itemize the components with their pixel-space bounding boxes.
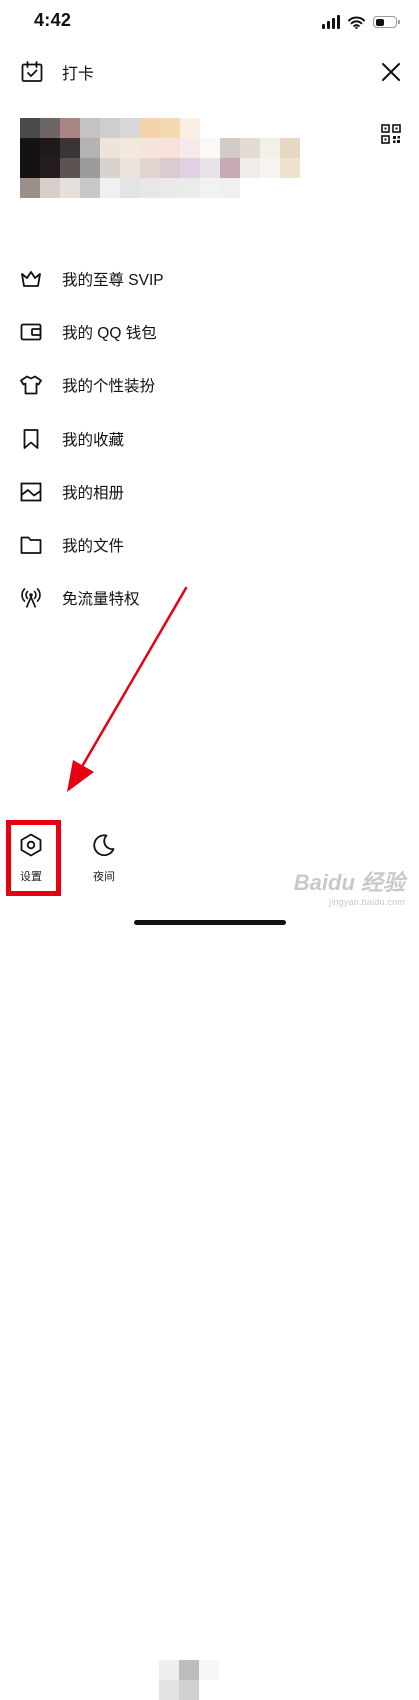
status-icons xyxy=(322,13,400,31)
qr-code-icon[interactable] xyxy=(381,124,401,144)
folder-icon xyxy=(20,536,42,555)
menu-item-personal-theme[interactable]: 我的个性装扮 xyxy=(0,359,419,412)
menu-item-photo-album[interactable]: 我的相册 xyxy=(0,465,419,518)
settings-button[interactable]: 设置 xyxy=(6,832,56,884)
menu-item-qq-wallet[interactable]: 我的 QQ 钱包 xyxy=(0,305,419,358)
status-bar: 4:42 xyxy=(0,0,419,44)
checkin-button[interactable]: 打卡 xyxy=(20,60,94,84)
crown-icon xyxy=(21,270,41,287)
menu-label-favorites: 我的收藏 xyxy=(62,431,125,449)
settings-label: 设置 xyxy=(20,871,42,883)
bookmark-icon xyxy=(23,428,39,449)
drawer-menu: 我的至尊 SVIP 我的 QQ 钱包 我的个性装扮 我的收藏 我的相册 我的文件 xyxy=(0,252,419,625)
menu-item-free-data[interactable]: 免流量特权 xyxy=(0,572,419,625)
night-label: 夜间 xyxy=(93,871,115,883)
signal-tower-icon xyxy=(21,588,41,609)
profile-avatar-mosaic[interactable] xyxy=(20,118,320,198)
photo-album-icon xyxy=(20,482,42,502)
menu-item-files[interactable]: 我的文件 xyxy=(0,518,419,571)
checkin-label: 打卡 xyxy=(62,66,95,83)
weather-widget-mosaic[interactable] xyxy=(159,1660,219,1700)
menu-label-svip: 我的至尊 SVIP xyxy=(62,271,164,289)
night-mode-button[interactable]: 夜间 xyxy=(79,832,129,884)
menu-item-favorites[interactable]: 我的收藏 xyxy=(0,412,419,465)
baidu-watermark: Baidu 经验 jingyan.baidu.com xyxy=(294,872,405,907)
battery-icon xyxy=(373,16,400,28)
moon-icon xyxy=(93,834,115,857)
calendar-check-icon xyxy=(21,61,43,82)
close-icon[interactable] xyxy=(379,60,403,84)
menu-label-qq-wallet: 我的 QQ 钱包 xyxy=(62,324,157,342)
menu-item-svip[interactable]: 我的至尊 SVIP xyxy=(0,252,419,305)
cellular-signal-icon xyxy=(322,15,340,29)
wallet-icon xyxy=(20,323,42,341)
menu-label-photo-album: 我的相册 xyxy=(62,484,125,502)
menu-label-free-data: 免流量特权 xyxy=(62,591,140,609)
home-indicator[interactable] xyxy=(134,920,286,925)
watermark-url: jingyan.baidu.com xyxy=(329,897,405,907)
watermark-title: Baidu 经验 xyxy=(293,870,405,895)
wifi-icon xyxy=(348,16,365,29)
gear-hexagon-icon xyxy=(20,833,42,857)
status-time: 4:42 xyxy=(34,10,72,30)
tshirt-icon xyxy=(20,375,42,395)
menu-label-personal-theme: 我的个性装扮 xyxy=(62,378,156,396)
menu-label-files: 我的文件 xyxy=(62,538,125,556)
